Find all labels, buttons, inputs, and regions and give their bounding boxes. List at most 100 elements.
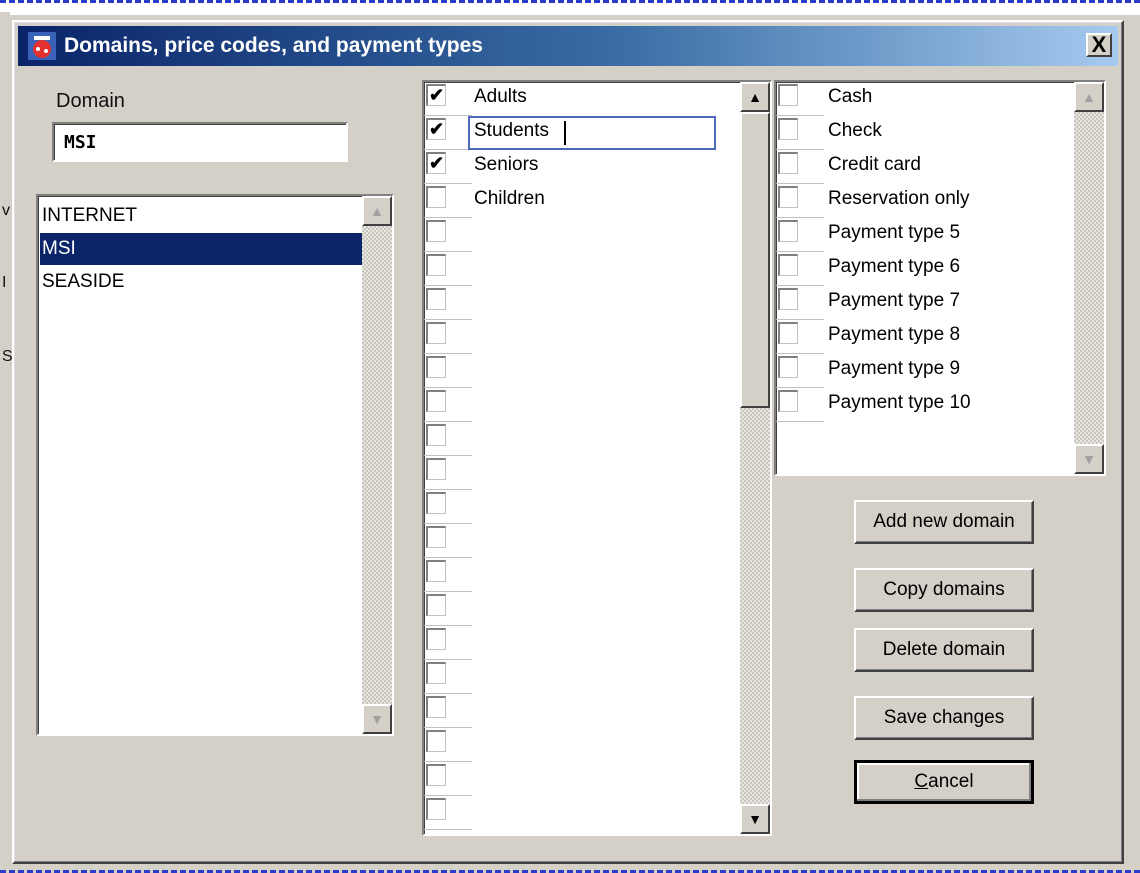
checkbox[interactable] bbox=[778, 390, 798, 412]
checkmark-icon: ✔ bbox=[428, 119, 445, 139]
checklist-row[interactable]: Children bbox=[424, 184, 770, 218]
checklist-row[interactable] bbox=[424, 524, 770, 558]
copy-domains-button[interactable]: Copy domains bbox=[854, 568, 1034, 612]
domain-list[interactable]: INTERNET MSI SEASIDE ▲ ▼ bbox=[36, 194, 394, 736]
checklist-row[interactable] bbox=[424, 694, 770, 728]
checkbox[interactable] bbox=[778, 322, 798, 344]
checklist-row[interactable] bbox=[424, 456, 770, 490]
checkbox[interactable] bbox=[778, 220, 798, 242]
checkbox[interactable] bbox=[426, 560, 446, 582]
scroll-down-button[interactable]: ▼ bbox=[1074, 444, 1104, 474]
checkbox[interactable] bbox=[778, 356, 798, 378]
payment-type-scrollbar[interactable]: ▲ ▼ bbox=[1074, 82, 1104, 474]
checklist-row[interactable] bbox=[424, 796, 770, 830]
checkbox[interactable] bbox=[426, 322, 446, 344]
checklist-row[interactable] bbox=[424, 218, 770, 252]
scroll-up-icon: ▲ bbox=[748, 89, 762, 105]
checkbox[interactable] bbox=[426, 424, 446, 446]
checkbox[interactable] bbox=[778, 152, 798, 174]
checkbox[interactable] bbox=[426, 696, 446, 718]
checklist-row[interactable]: ✔ Students bbox=[424, 116, 770, 150]
delete-domain-button[interactable]: Delete domain bbox=[854, 628, 1034, 672]
checklist-row[interactable] bbox=[424, 286, 770, 320]
close-button[interactable]: X bbox=[1086, 33, 1112, 57]
scroll-down-button[interactable]: ▼ bbox=[362, 704, 392, 734]
checkbox[interactable] bbox=[426, 390, 446, 412]
checklist-row[interactable] bbox=[424, 422, 770, 456]
checklist-row[interactable] bbox=[424, 728, 770, 762]
checkbox[interactable] bbox=[778, 84, 798, 106]
checkbox[interactable] bbox=[426, 492, 446, 514]
background-fragment-text: v bbox=[2, 202, 10, 219]
checklist-row[interactable] bbox=[424, 592, 770, 626]
scroll-up-icon: ▲ bbox=[370, 203, 384, 219]
checkbox[interactable]: ✔ bbox=[426, 118, 446, 140]
checkbox[interactable] bbox=[426, 254, 446, 276]
checklist-row[interactable]: Credit card bbox=[776, 150, 1104, 184]
checklist-row[interactable]: Payment type 6 bbox=[776, 252, 1104, 286]
checklist-row[interactable] bbox=[424, 626, 770, 660]
checkbox[interactable] bbox=[778, 288, 798, 310]
scroll-up-button[interactable]: ▲ bbox=[740, 82, 770, 112]
editing-cell-text[interactable]: Students bbox=[474, 116, 549, 146]
title-bar[interactable]: Domains, price codes, and payment types … bbox=[18, 26, 1118, 66]
checklist-label: Children bbox=[474, 188, 545, 209]
checklist-row[interactable] bbox=[424, 320, 770, 354]
checkbox[interactable] bbox=[426, 288, 446, 310]
checklist-row[interactable]: Payment type 8 bbox=[776, 320, 1104, 354]
payment-type-list[interactable]: Cash Check Credit card Reservation only Paym… bbox=[774, 80, 1106, 476]
domain-input[interactable]: MSI bbox=[52, 122, 348, 162]
scroll-up-icon: ▲ bbox=[1082, 89, 1096, 105]
text-caret bbox=[564, 121, 566, 145]
domain-list-item[interactable]: SEASIDE bbox=[40, 266, 364, 298]
price-code-list[interactable]: ✔ Adults ✔ Students ✔ Seniors Children ▲ ▼ bbox=[422, 80, 772, 836]
checkbox[interactable] bbox=[426, 628, 446, 650]
checklist-row[interactable] bbox=[424, 762, 770, 796]
price-code-scrollbar[interactable]: ▲ ▼ bbox=[740, 82, 770, 834]
domain-list-item[interactable]: MSI bbox=[40, 233, 364, 265]
checkbox[interactable] bbox=[426, 798, 446, 820]
scroll-up-button[interactable]: ▲ bbox=[362, 196, 392, 226]
checkbox[interactable] bbox=[426, 730, 446, 752]
checkbox[interactable] bbox=[426, 526, 446, 548]
scroll-down-button[interactable]: ▼ bbox=[740, 804, 770, 834]
checklist-row[interactable] bbox=[424, 660, 770, 694]
checklist-row[interactable] bbox=[424, 354, 770, 388]
checklist-row[interactable] bbox=[424, 490, 770, 524]
cancel-button[interactable]: Cancel bbox=[854, 760, 1034, 804]
background-fragment-text: I bbox=[2, 274, 7, 291]
checklist-row[interactable]: ✔ Seniors bbox=[424, 150, 770, 184]
checklist-row[interactable] bbox=[424, 558, 770, 592]
checklist-label: Payment type 9 bbox=[828, 358, 961, 379]
checklist-row[interactable]: Payment type 7 bbox=[776, 286, 1104, 320]
checkbox[interactable] bbox=[426, 594, 446, 616]
checkbox[interactable] bbox=[426, 764, 446, 786]
checkbox[interactable] bbox=[778, 118, 798, 140]
checklist-row[interactable]: Cash bbox=[776, 82, 1104, 116]
checklist-label: Adults bbox=[474, 86, 527, 107]
checklist-row[interactable]: Payment type 10 bbox=[776, 388, 1104, 422]
checkbox[interactable] bbox=[426, 186, 446, 208]
cancel-mnemonic: C bbox=[914, 771, 929, 792]
checkbox[interactable]: ✔ bbox=[426, 84, 446, 106]
save-changes-button[interactable]: Save changes bbox=[854, 696, 1034, 740]
checkbox[interactable] bbox=[778, 254, 798, 276]
checkbox[interactable] bbox=[426, 356, 446, 378]
checkbox[interactable] bbox=[426, 458, 446, 480]
checklist-row[interactable]: Payment type 5 bbox=[776, 218, 1104, 252]
checklist-row[interactable]: Payment type 9 bbox=[776, 354, 1104, 388]
checklist-row[interactable]: ✔ Adults bbox=[424, 82, 770, 116]
scroll-up-button[interactable]: ▲ bbox=[1074, 82, 1104, 112]
domain-list-scrollbar[interactable]: ▲ ▼ bbox=[362, 196, 392, 734]
domain-list-item[interactable]: INTERNET bbox=[40, 200, 364, 232]
checkbox[interactable]: ✔ bbox=[426, 152, 446, 174]
checkbox[interactable] bbox=[426, 220, 446, 242]
checkbox[interactable] bbox=[778, 186, 798, 208]
checklist-row[interactable]: Check bbox=[776, 116, 1104, 150]
checkbox[interactable] bbox=[426, 662, 446, 684]
add-new-domain-button[interactable]: Add new domain bbox=[854, 500, 1034, 544]
checklist-row[interactable] bbox=[424, 388, 770, 422]
scroll-thumb[interactable] bbox=[740, 112, 770, 408]
checklist-row[interactable]: Reservation only bbox=[776, 184, 1104, 218]
checklist-row[interactable] bbox=[424, 252, 770, 286]
